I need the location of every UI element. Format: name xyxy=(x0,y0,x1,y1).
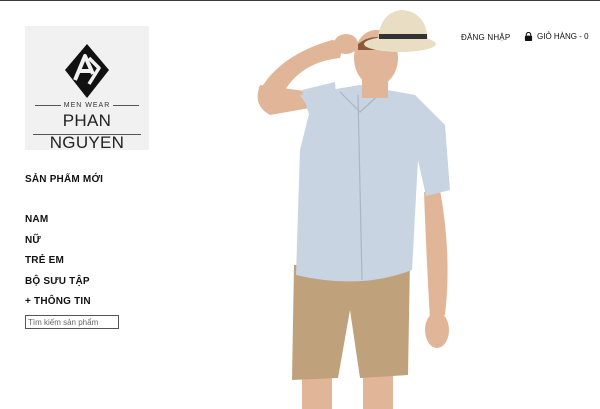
logo-mark-icon xyxy=(65,44,109,98)
logo-underline xyxy=(33,134,141,135)
logo-brand-name: PHAN NGUYEN xyxy=(49,111,125,152)
cart-link[interactable]: GIỎ HÀNG - 0 xyxy=(524,32,589,41)
logo-line-right xyxy=(113,105,139,106)
search-input[interactable] xyxy=(25,315,119,329)
nav-item-women[interactable]: NỮ xyxy=(25,235,41,246)
nav-item-collection[interactable]: BỘ SƯU TẬP xyxy=(25,276,90,287)
brand-logo[interactable]: MEN WEAR PHAN NGUYEN xyxy=(25,26,149,152)
nav-item-kids[interactable]: TRẺ EM xyxy=(25,255,64,266)
cart-label: GIỎ HÀNG - 0 xyxy=(537,32,589,41)
nav-new-products[interactable]: SẢN PHẨM MỚI xyxy=(25,174,103,185)
nav-item-info[interactable]: + THÔNG TIN xyxy=(25,296,91,307)
nav-item-men[interactable]: NAM xyxy=(25,214,48,225)
hero-model-image xyxy=(257,10,450,409)
shopping-bag-icon xyxy=(524,32,533,41)
